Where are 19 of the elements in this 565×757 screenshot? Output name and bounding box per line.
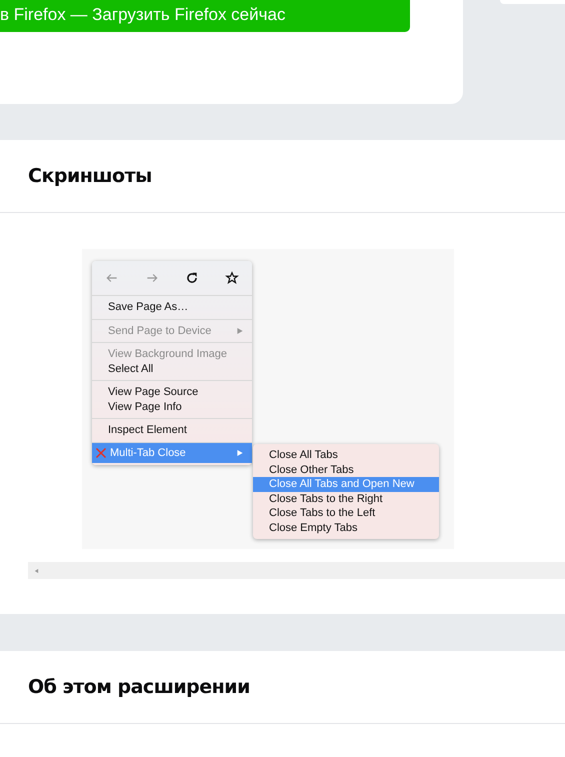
submenu-arrow-icon bbox=[236, 326, 244, 335]
menu-item[interactable]: Inspect Element bbox=[92, 423, 252, 438]
menu-item[interactable]: Select All bbox=[92, 362, 252, 376]
cross-icon bbox=[95, 446, 107, 458]
scrollbar[interactable] bbox=[28, 562, 565, 579]
menu-item[interactable]: Close Empty Tabs bbox=[253, 520, 439, 535]
submenu-arrow-icon bbox=[236, 448, 244, 456]
menu-item[interactable]: Close Tabs to the Right bbox=[253, 492, 439, 506]
menu-item[interactable]: Save Page As… bbox=[92, 300, 252, 314]
section-title: Скриншоты bbox=[0, 140, 565, 213]
menu-item[interactable]: View Page Info bbox=[92, 400, 252, 414]
section-title: Об этом расширении bbox=[0, 651, 565, 724]
menu-item[interactable]: Close Other Tabs bbox=[253, 462, 439, 477]
menu-item[interactable]: Close All Tabs bbox=[253, 448, 439, 462]
scroll-left-icon bbox=[34, 568, 39, 574]
star-icon bbox=[225, 271, 239, 285]
reload-icon bbox=[185, 271, 199, 285]
menu-item[interactable]: Close Tabs to the Left bbox=[253, 506, 439, 520]
menu-item[interactable]: View Page Source bbox=[92, 385, 252, 400]
